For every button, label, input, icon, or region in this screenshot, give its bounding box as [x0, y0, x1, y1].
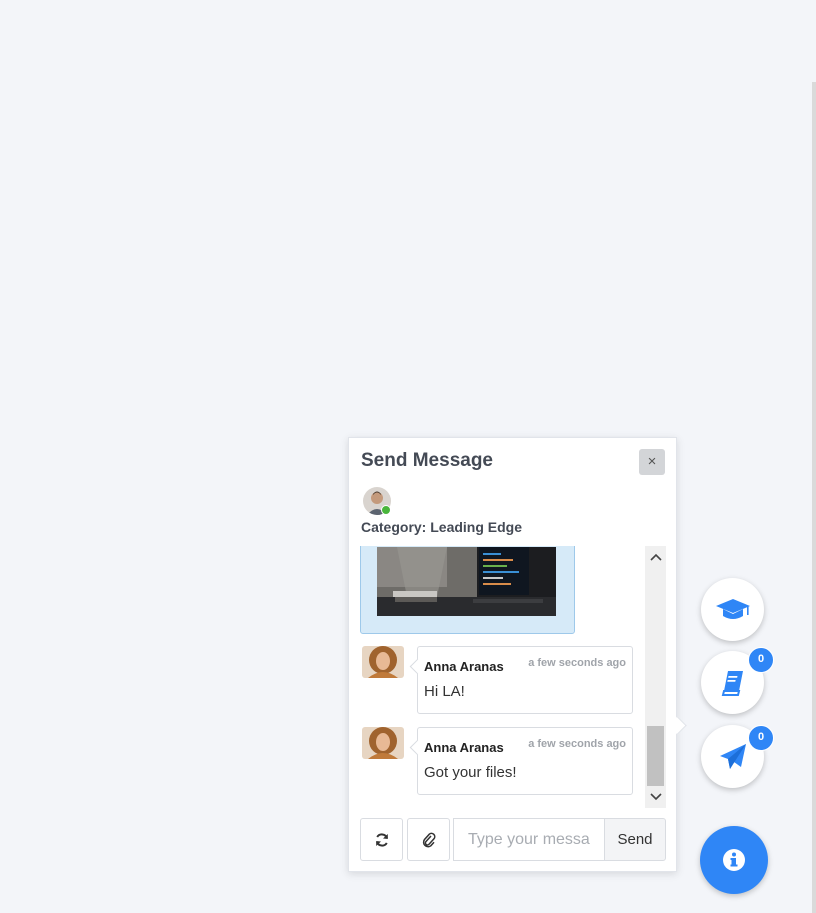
message-author: Anna Aranas — [424, 659, 504, 674]
close-icon: × — [647, 453, 657, 470]
chat-popup: Send Message × Category: Leading Edge An… — [348, 437, 677, 872]
online-status-indicator — [381, 505, 391, 515]
graduation-cap-icon — [715, 598, 750, 619]
chat-category: Category: Leading Edge — [361, 519, 523, 535]
scroll-down-button[interactable] — [645, 788, 666, 806]
message-time: a few seconds ago — [528, 657, 626, 669]
courses-button[interactable] — [701, 578, 764, 641]
info-button[interactable] — [700, 826, 768, 894]
scroll-up-button[interactable] — [645, 548, 666, 566]
message-list[interactable]: Anna Aranas a few seconds ago Hi LA! Ann… — [349, 546, 644, 808]
chevron-down-icon — [649, 793, 662, 801]
books-count-badge: 0 — [748, 647, 774, 673]
sender-avatar — [362, 727, 404, 759]
message-bubble: Anna Aranas a few seconds ago Hi LA! — [417, 646, 633, 714]
chevron-up-icon — [649, 553, 662, 561]
sender-avatar — [362, 646, 404, 678]
chat-title: Send Message — [361, 450, 493, 471]
attachment-image[interactable] — [377, 547, 556, 616]
message-text: Got your files! — [424, 764, 517, 781]
paper-plane-icon — [719, 743, 746, 769]
refresh-button[interactable] — [360, 818, 403, 861]
scroll-thumb[interactable] — [647, 726, 664, 786]
message-bubble: Anna Aranas a few seconds ago Got your f… — [417, 727, 633, 795]
attachment-message[interactable] — [360, 546, 575, 634]
book-icon — [721, 670, 743, 696]
message-time: a few seconds ago — [528, 738, 626, 750]
message-author: Anna Aranas — [424, 740, 504, 755]
messages-count-badge: 0 — [748, 725, 774, 751]
messages-button[interactable]: 0 — [701, 725, 774, 788]
message-text: Hi LA! — [424, 683, 465, 700]
refresh-icon — [375, 832, 388, 847]
paperclip-icon — [422, 832, 435, 847]
attach-file-button[interactable] — [407, 818, 450, 861]
close-button[interactable]: × — [639, 449, 665, 475]
books-button[interactable]: 0 — [701, 647, 774, 714]
page-scrollbar[interactable] — [812, 82, 816, 913]
send-button[interactable]: Send — [604, 818, 666, 861]
chat-scrollbar[interactable] — [645, 546, 666, 808]
message-input[interactable] — [453, 818, 605, 861]
message-composer: Send — [360, 818, 666, 861]
message-item: Anna Aranas a few seconds ago Hi LA! — [349, 646, 644, 716]
message-item: Anna Aranas a few seconds ago Got your f… — [349, 727, 644, 797]
info-icon — [723, 849, 745, 871]
